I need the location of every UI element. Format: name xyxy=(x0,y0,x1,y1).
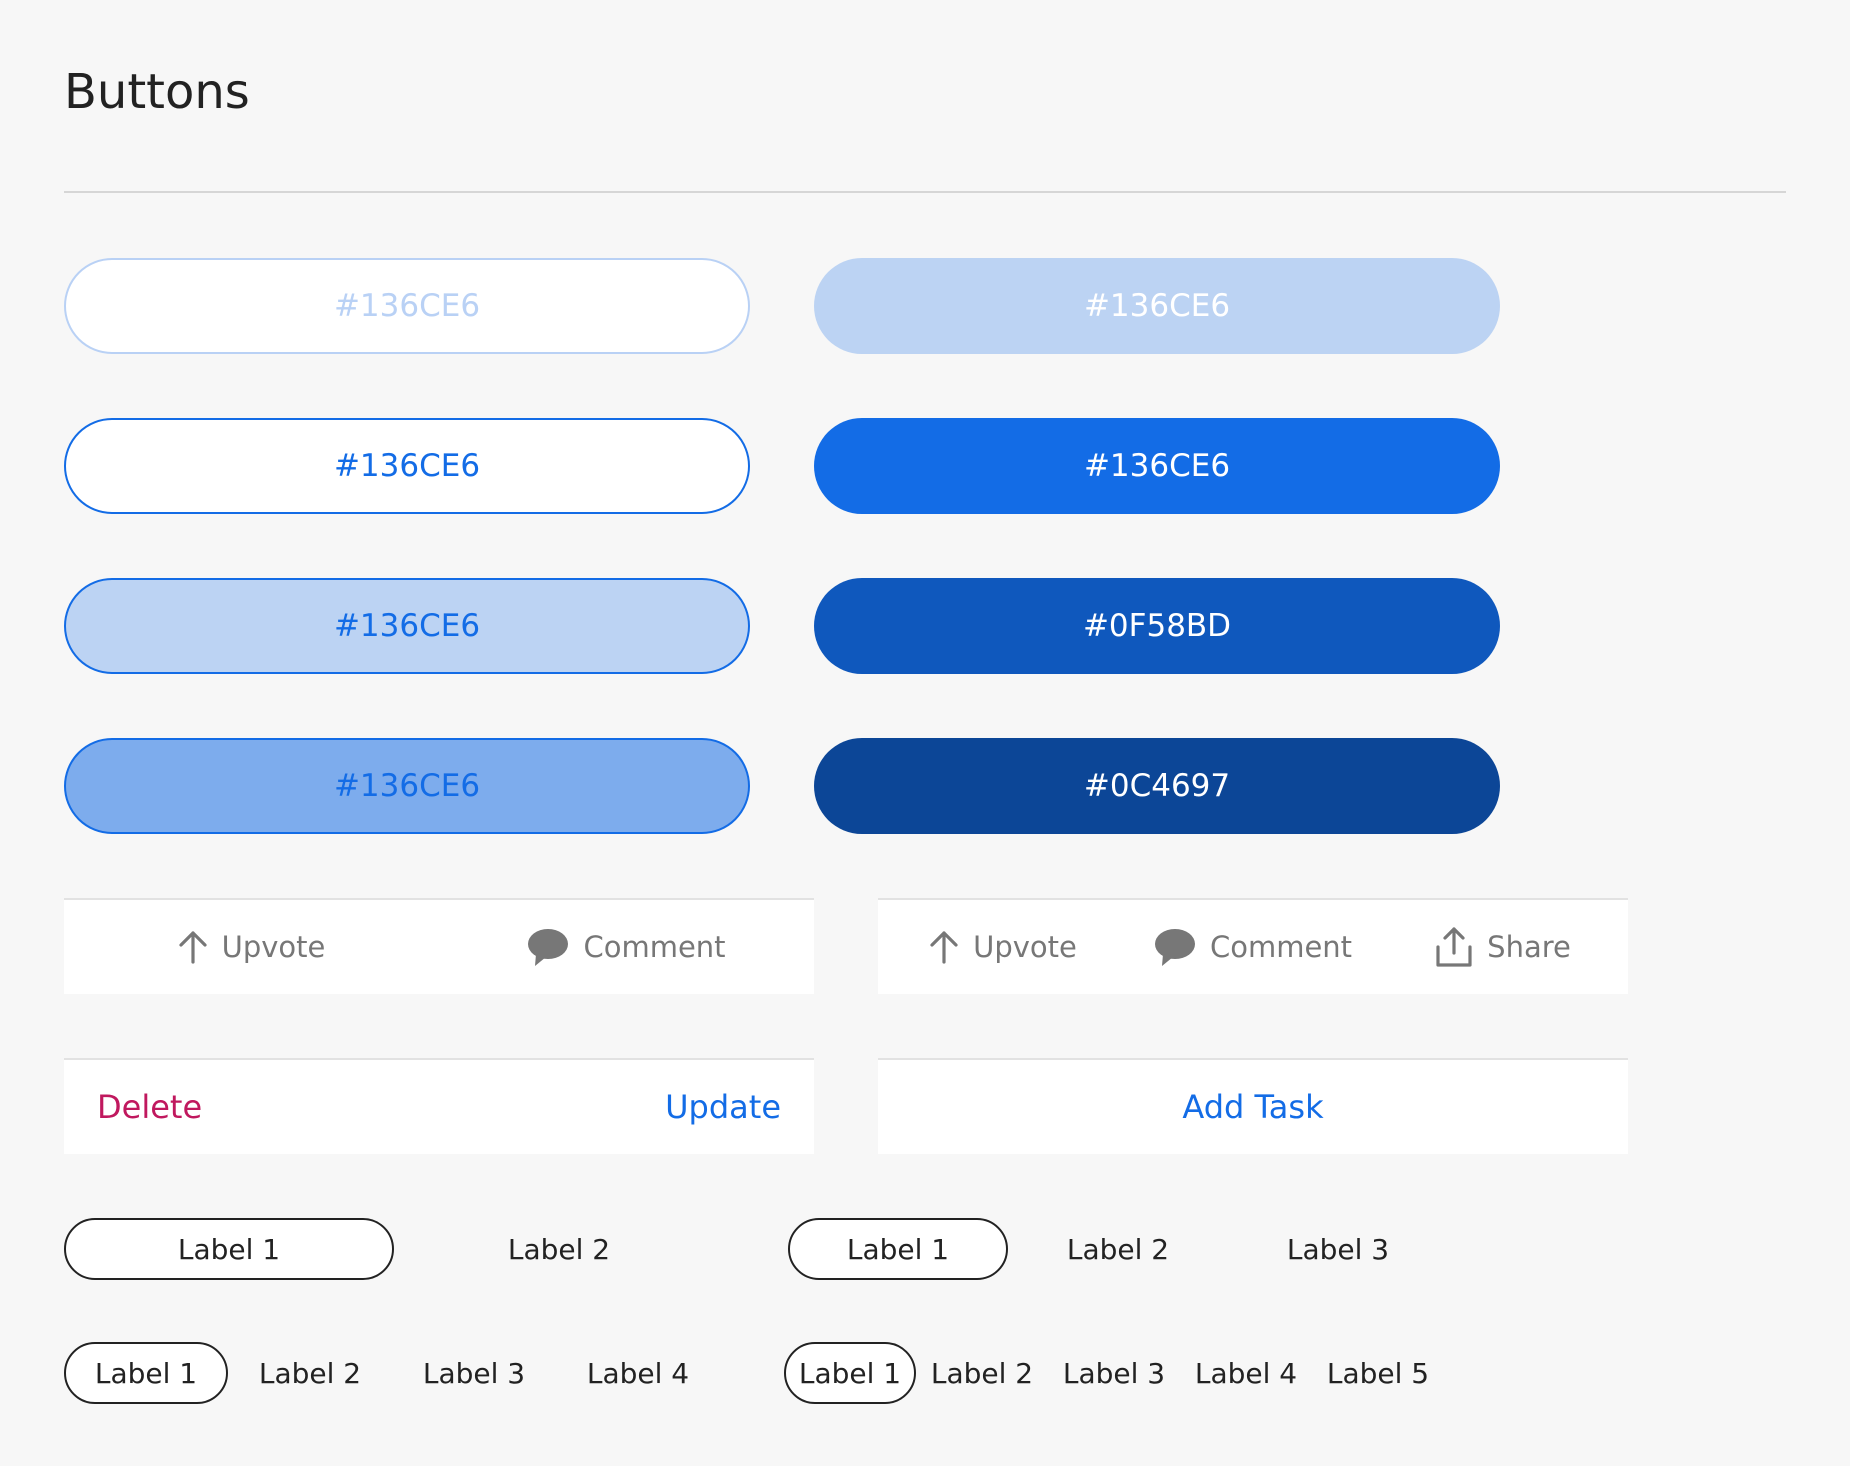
segment-item-3[interactable]: Label 3 xyxy=(392,1342,556,1404)
segment-item-4[interactable]: Label 4 xyxy=(556,1342,720,1404)
filled-button-hover[interactable]: #0F58BD xyxy=(814,578,1500,674)
segment-item-1[interactable]: Label 1 xyxy=(64,1218,394,1280)
segment-item-3[interactable]: Label 3 xyxy=(1228,1218,1448,1280)
outline-button-default[interactable]: #136CE6 xyxy=(64,418,750,514)
add-task-button[interactable]: Add Task xyxy=(878,1060,1628,1154)
upvote-label: Upvote xyxy=(221,930,326,964)
segment-item-5[interactable]: Label 5 xyxy=(1312,1342,1444,1404)
comment-label: Comment xyxy=(1209,930,1353,964)
action-bar-three: Upvote Comment Share xyxy=(878,898,1628,994)
upvote-button[interactable]: Upvote xyxy=(64,900,439,994)
segment-item-1[interactable]: Label 1 xyxy=(788,1218,1008,1280)
arrow-up-icon xyxy=(929,930,959,964)
comment-label: Comment xyxy=(583,930,726,964)
update-button[interactable]: Update xyxy=(665,1060,781,1154)
segment-item-2[interactable]: Label 2 xyxy=(394,1218,724,1280)
dialog-action-bar: Delete Update xyxy=(64,1058,814,1154)
segment-item-3[interactable]: Label 3 xyxy=(1048,1342,1180,1404)
action-bar-two: Upvote Comment xyxy=(64,898,814,994)
delete-button[interactable]: Delete xyxy=(97,1060,202,1154)
filled-button-disabled[interactable]: #136CE6 xyxy=(814,258,1500,354)
comment-button[interactable]: Comment xyxy=(1128,900,1378,994)
speech-bubble-icon xyxy=(1154,927,1196,967)
segment-item-2[interactable]: Label 2 xyxy=(1008,1218,1228,1280)
share-icon xyxy=(1435,926,1473,968)
outline-button-pressed[interactable]: #136CE6 xyxy=(64,738,750,834)
share-button[interactable]: Share xyxy=(1378,900,1628,994)
speech-bubble-icon xyxy=(527,927,569,967)
outline-button-disabled[interactable]: #136CE6 xyxy=(64,258,750,354)
segment-item-2[interactable]: Label 2 xyxy=(916,1342,1048,1404)
comment-button[interactable]: Comment xyxy=(439,900,814,994)
outline-button-hover[interactable]: #136CE6 xyxy=(64,578,750,674)
segment-item-1[interactable]: Label 1 xyxy=(784,1342,916,1404)
upvote-label: Upvote xyxy=(973,930,1077,964)
add-task-bar: Add Task xyxy=(878,1058,1628,1154)
segment-item-2[interactable]: Label 2 xyxy=(228,1342,392,1404)
filled-button-pressed[interactable]: #0C4697 xyxy=(814,738,1500,834)
arrow-up-icon xyxy=(178,930,208,964)
header-divider xyxy=(64,191,1786,193)
upvote-button[interactable]: Upvote xyxy=(878,900,1128,994)
page-title: Buttons xyxy=(64,64,250,120)
segment-item-1[interactable]: Label 1 xyxy=(64,1342,228,1404)
segment-item-4[interactable]: Label 4 xyxy=(1180,1342,1312,1404)
share-label: Share xyxy=(1487,930,1571,964)
filled-button-default[interactable]: #136CE6 xyxy=(814,418,1500,514)
